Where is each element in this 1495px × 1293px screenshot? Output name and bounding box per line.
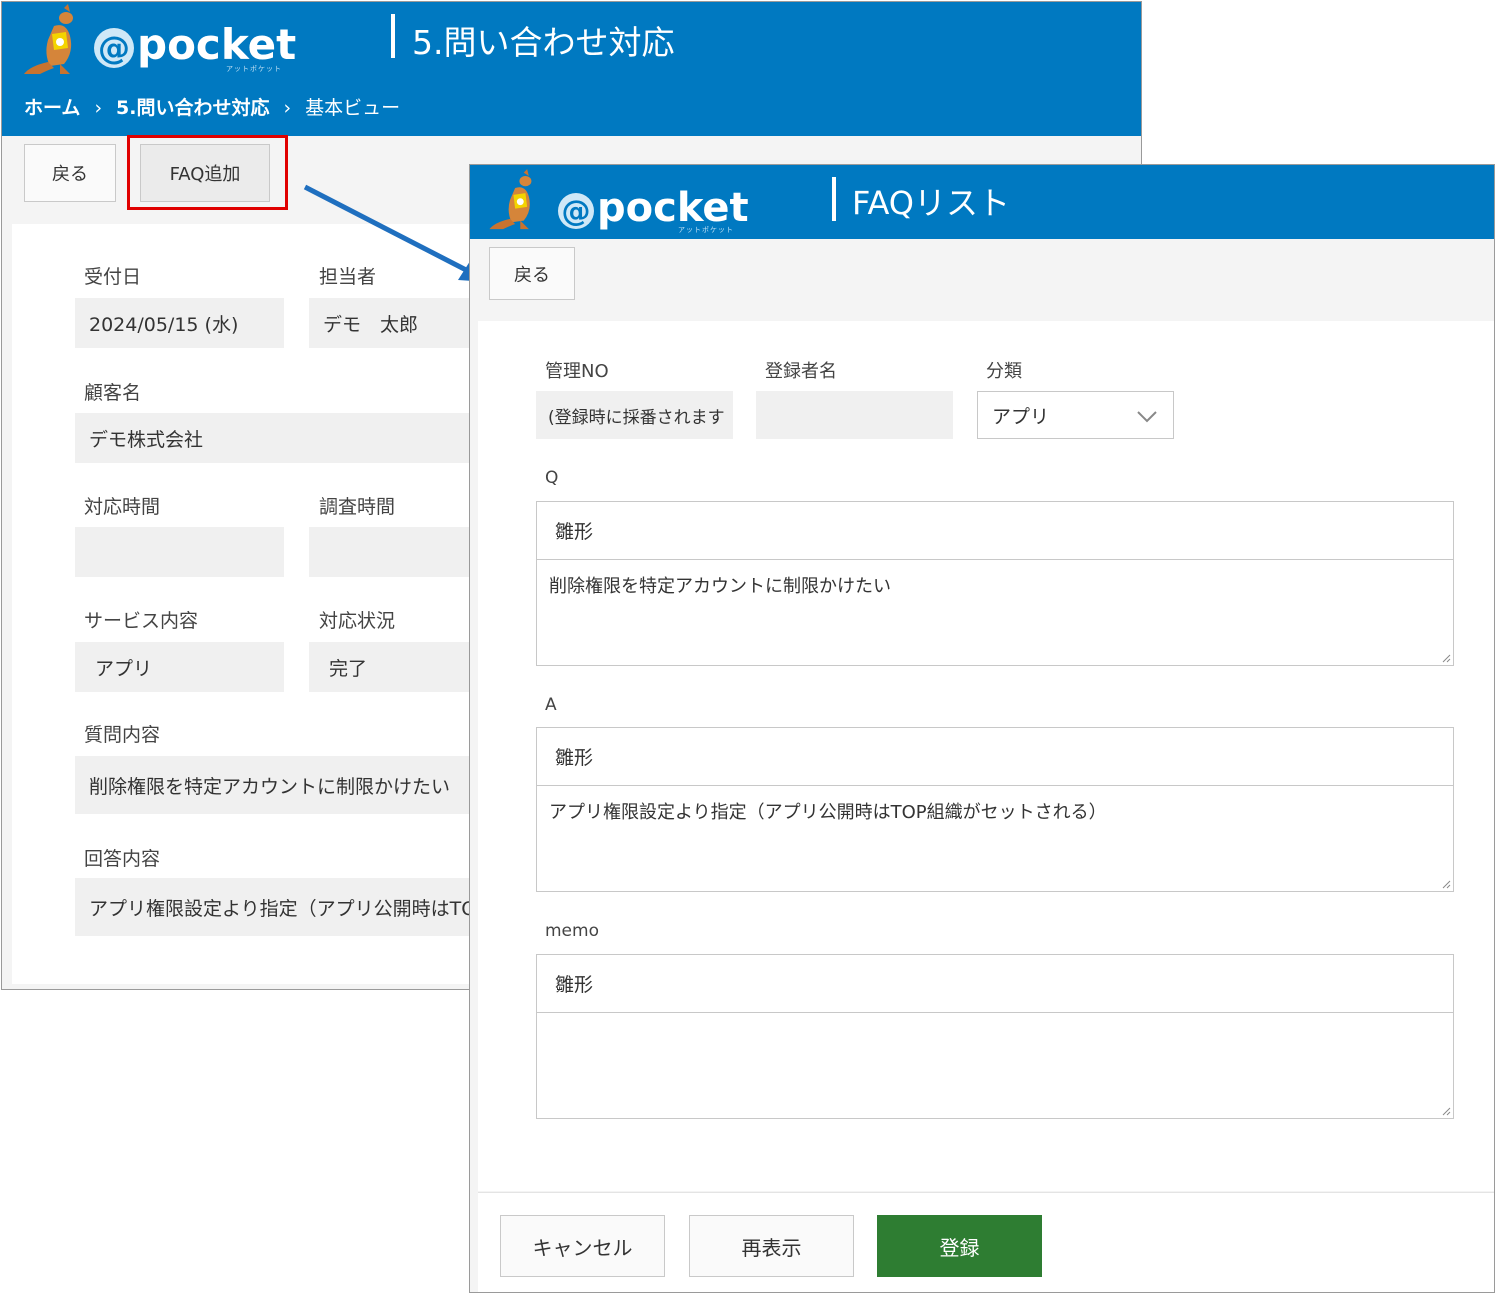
response-time-label: 対応時間 [84,496,161,518]
category-label: 分類 [986,361,1022,382]
faq-form-panel: 管理NO (登録時に採番されます 登録者名 分類 アプリ Q 雛形 削除権限を特… [478,321,1494,1191]
faq-header: @ pocket アットポケット FAQリスト [470,165,1494,239]
breadcrumb: ホーム › 5.問い合わせ対応 › 基本ビュー [24,93,414,120]
kangaroo-icon [489,169,532,230]
breadcrumb-inquiry[interactable]: 5.問い合わせ対応 [116,97,269,119]
faq-list-window: @ pocket アットポケット FAQリスト 戻る 管理NO (登録時に採番され… [469,164,1495,1293]
received-date-field[interactable]: 2024/05/15 (水) [75,298,284,348]
a-text: アプリ権限設定より指定（アプリ公開時はTOP組織がセットされる） [549,802,1107,823]
survey-time-label: 調査時間 [319,496,396,518]
category-selected-value: アプリ [992,405,1050,428]
customer-label: 顧客名 [84,382,142,404]
q-textarea[interactable]: 雛形 削除権限を特定アカウントに制限かけたい [536,501,1454,666]
app-logo: @ pocket アットポケット [486,165,749,239]
register-button[interactable]: 登録 [877,1215,1042,1277]
breadcrumb-basic-view: 基本ビュー [305,97,401,119]
logo-wordmark: @ pocket [94,20,296,70]
chevron-down-icon [1137,411,1157,423]
back-button[interactable]: 戻る [24,144,116,202]
memo-template-select[interactable]: 雛形 [537,955,1453,1013]
q-label: Q [545,468,559,488]
resize-grip-icon[interactable] [1441,1106,1451,1116]
answer-field[interactable]: アプリ権限設定より指定（アプリ公開時はTO [75,878,515,936]
service-field[interactable]: アプリ [75,642,284,692]
response-time-field[interactable] [75,527,284,577]
received-date-label: 受付日 [84,266,142,288]
category-select[interactable]: アプリ [977,391,1174,439]
kangaroo-icon [24,4,73,74]
breadcrumb-sep: › [94,97,103,119]
app-logo: @ pocket アットポケット [20,2,300,82]
resize-grip-icon[interactable] [1441,653,1451,663]
mgmt-no-label: 管理NO [545,361,609,382]
cancel-button[interactable]: キャンセル [500,1215,665,1277]
q-template-select[interactable]: 雛形 [537,502,1453,560]
mgmt-no-field: (登録時に採番されます [536,391,733,439]
q-text: 削除権限を特定アカウントに制限かけたい [549,576,891,597]
registrant-label: 登録者名 [765,361,837,382]
service-label: サービス内容 [84,610,199,632]
inquiry-header: @ pocket アットポケット 5.問い合わせ対応 ホーム › 5.問い合わせ対応 ›… [2,2,1141,136]
form-footer: キャンセル 再表示 登録 [478,1192,1494,1292]
breadcrumb-sep: › [283,97,292,119]
status-label: 対応状況 [319,610,396,632]
question-field[interactable]: 削除権限を特定アカウントに制限かけたい [75,756,515,814]
back-button[interactable]: 戻る [489,247,575,300]
title-divider [391,14,395,58]
a-label: A [545,695,557,715]
page-title: FAQリスト [852,184,1010,222]
page-title: 5.問い合わせ対応 [412,23,675,62]
redisplay-button[interactable]: 再表示 [689,1215,854,1277]
faq-add-highlight [127,135,288,210]
answer-label: 回答内容 [84,848,161,870]
memo-textarea[interactable]: 雛形 [536,954,1454,1119]
customer-field[interactable]: デモ株式会社 [75,413,515,463]
assignee-label: 担当者 [319,266,377,288]
a-template-select[interactable]: 雛形 [537,728,1453,786]
memo-label: memo [545,921,599,941]
title-divider [832,177,836,221]
a-textarea[interactable]: 雛形 アプリ権限設定より指定（アプリ公開時はTOP組織がセットされる） [536,727,1454,892]
question-label: 質問内容 [84,724,161,746]
resize-grip-icon[interactable] [1441,879,1451,889]
registrant-field [756,391,953,439]
breadcrumb-home[interactable]: ホーム [24,97,80,119]
